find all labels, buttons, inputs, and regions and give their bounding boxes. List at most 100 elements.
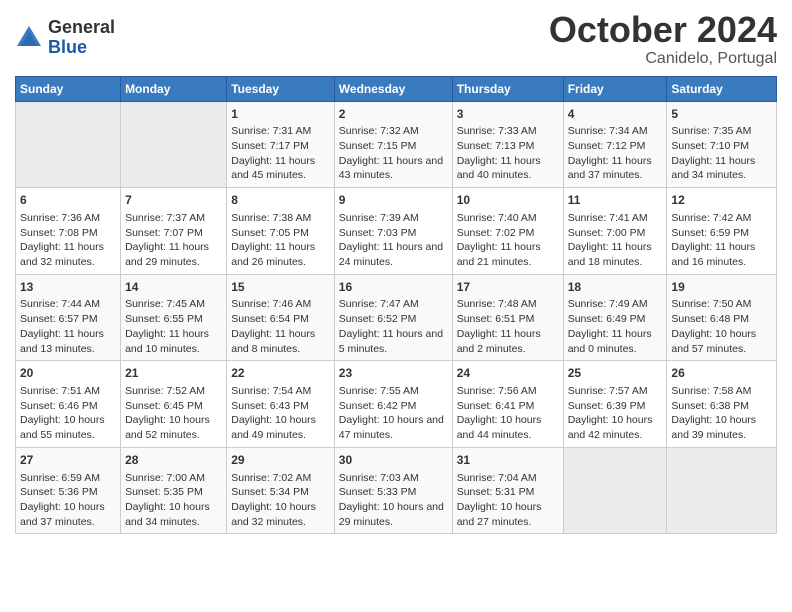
weekday-row: SundayMondayTuesdayWednesdayThursdayFrid…	[16, 76, 777, 101]
cell-info: Sunrise: 7:56 AMSunset: 6:41 PMDaylight:…	[457, 384, 559, 443]
calendar-cell: 3Sunrise: 7:33 AMSunset: 7:13 PMDaylight…	[452, 101, 563, 188]
weekday-header-tuesday: Tuesday	[227, 76, 335, 101]
day-number: 18	[568, 279, 663, 296]
calendar-cell: 7 Sunrise: 7:37 AMSunset: 7:07 PMDaylight…	[121, 188, 227, 275]
day-number: 3	[457, 106, 559, 123]
calendar-cell: 31 Sunrise: 7:04 AMSunset: 5:31 PMDayligh…	[452, 447, 563, 534]
cell-info: Sunrise: 7:41 AMSunset: 7:00 PMDaylight:…	[568, 211, 663, 270]
day-number: 14	[125, 279, 222, 296]
cell-info: Sunrise: 7:38 AMSunset: 7:05 PMDaylight:…	[231, 211, 330, 270]
calendar-cell: 24 Sunrise: 7:56 AMSunset: 6:41 PMDayligh…	[452, 361, 563, 448]
cell-info: Sunrise: 7:32 AMSunset: 7:15 PMDaylight:…	[339, 124, 448, 183]
day-number: 25	[568, 365, 663, 382]
cell-info: Sunrise: 7:37 AMSunset: 7:07 PMDaylight:…	[125, 211, 222, 270]
calendar-cell: 17Sunrise: 7:48 AMSunset: 6:51 PMDayligh…	[452, 274, 563, 361]
weekday-header-monday: Monday	[121, 76, 227, 101]
header: General Blue October 2024 Canidelo, Port…	[15, 10, 777, 68]
cell-info: Sunrise: 7:34 AMSunset: 7:12 PMDaylight:…	[568, 124, 663, 183]
day-number: 2	[339, 106, 448, 123]
calendar-cell: 13Sunrise: 7:44 AMSunset: 6:57 PMDayligh…	[16, 274, 121, 361]
day-number: 6	[20, 192, 116, 209]
calendar-cell: 26Sunrise: 7:58 AMSunset: 6:38 PMDayligh…	[667, 361, 777, 448]
week-row-5: 27 Sunrise: 6:59 AMSunset: 5:36 PMDayligh…	[16, 447, 777, 534]
weekday-header-wednesday: Wednesday	[334, 76, 452, 101]
day-number: 27	[20, 452, 116, 469]
calendar-cell: 11Sunrise: 7:41 AMSunset: 7:00 PMDayligh…	[563, 188, 667, 275]
day-number: 26	[671, 365, 772, 382]
logo-icon	[15, 24, 43, 52]
logo: General Blue	[15, 18, 115, 58]
weekday-header-saturday: Saturday	[667, 76, 777, 101]
day-number: 1	[231, 106, 330, 123]
day-number: 31	[457, 452, 559, 469]
cell-info: Sunrise: 7:03 AMSunset: 5:33 PMDaylight:…	[339, 471, 448, 530]
calendar-cell: 16Sunrise: 7:47 AMSunset: 6:52 PMDayligh…	[334, 274, 452, 361]
day-number: 15	[231, 279, 330, 296]
day-number: 30	[339, 452, 448, 469]
calendar-header: SundayMondayTuesdayWednesdayThursdayFrid…	[16, 76, 777, 101]
week-row-4: 20 Sunrise: 7:51 AMSunset: 6:46 PMDayligh…	[16, 361, 777, 448]
calendar-cell: 22 Sunrise: 7:54 AMSunset: 6:43 PMDayligh…	[227, 361, 335, 448]
cell-info: Sunrise: 7:00 AMSunset: 5:35 PMDaylight:…	[125, 471, 222, 530]
day-number: 21	[125, 365, 222, 382]
cell-info: Sunrise: 7:51 AMSunset: 6:46 PMDaylight:…	[20, 384, 116, 443]
calendar-page: General Blue October 2024 Canidelo, Port…	[0, 0, 792, 612]
calendar-table: SundayMondayTuesdayWednesdayThursdayFrid…	[15, 76, 777, 535]
cell-info: Sunrise: 7:49 AMSunset: 6:49 PMDaylight:…	[568, 297, 663, 356]
calendar-cell: 15Sunrise: 7:46 AMSunset: 6:54 PMDayligh…	[227, 274, 335, 361]
calendar-cell: 10Sunrise: 7:40 AMSunset: 7:02 PMDayligh…	[452, 188, 563, 275]
day-number: 7	[125, 192, 222, 209]
calendar-cell: 2Sunrise: 7:32 AMSunset: 7:15 PMDaylight…	[334, 101, 452, 188]
day-number: 23	[339, 365, 448, 382]
week-row-2: 6Sunrise: 7:36 AMSunset: 7:08 PMDaylight…	[16, 188, 777, 275]
cell-info: Sunrise: 7:02 AMSunset: 5:34 PMDaylight:…	[231, 471, 330, 530]
week-row-1: 1Sunrise: 7:31 AMSunset: 7:17 PMDaylight…	[16, 101, 777, 188]
day-number: 8	[231, 192, 330, 209]
calendar-cell: 4Sunrise: 7:34 AMSunset: 7:12 PMDaylight…	[563, 101, 667, 188]
calendar-cell: 20 Sunrise: 7:51 AMSunset: 6:46 PMDayligh…	[16, 361, 121, 448]
day-number: 5	[671, 106, 772, 123]
cell-info: Sunrise: 7:42 AMSunset: 6:59 PMDaylight:…	[671, 211, 772, 270]
calendar-cell: 29Sunrise: 7:02 AMSunset: 5:34 PMDayligh…	[227, 447, 335, 534]
calendar-cell: 30 Sunrise: 7:03 AMSunset: 5:33 PMDayligh…	[334, 447, 452, 534]
cell-info: Sunrise: 7:55 AMSunset: 6:42 PMDaylight:…	[339, 384, 448, 443]
calendar-subtitle: Canidelo, Portugal	[549, 50, 777, 68]
calendar-cell	[121, 101, 227, 188]
day-number: 28	[125, 452, 222, 469]
day-number: 13	[20, 279, 116, 296]
cell-info: Sunrise: 7:47 AMSunset: 6:52 PMDaylight:…	[339, 297, 448, 356]
day-number: 19	[671, 279, 772, 296]
cell-info: Sunrise: 7:48 AMSunset: 6:51 PMDaylight:…	[457, 297, 559, 356]
calendar-cell: 23 Sunrise: 7:55 AMSunset: 6:42 PMDayligh…	[334, 361, 452, 448]
calendar-cell: 27 Sunrise: 6:59 AMSunset: 5:36 PMDayligh…	[16, 447, 121, 534]
calendar-cell: 14Sunrise: 7:45 AMSunset: 6:55 PMDayligh…	[121, 274, 227, 361]
day-number: 16	[339, 279, 448, 296]
calendar-cell	[563, 447, 667, 534]
day-number: 9	[339, 192, 448, 209]
calendar-cell: 1Sunrise: 7:31 AMSunset: 7:17 PMDaylight…	[227, 101, 335, 188]
day-number: 12	[671, 192, 772, 209]
day-number: 20	[20, 365, 116, 382]
cell-info: Sunrise: 7:40 AMSunset: 7:02 PMDaylight:…	[457, 211, 559, 270]
calendar-cell: 9Sunrise: 7:39 AMSunset: 7:03 PMDaylight…	[334, 188, 452, 275]
logo-general: General	[48, 18, 115, 38]
cell-info: Sunrise: 7:31 AMSunset: 7:17 PMDaylight:…	[231, 124, 330, 183]
calendar-body: 1Sunrise: 7:31 AMSunset: 7:17 PMDaylight…	[16, 101, 777, 534]
calendar-cell	[16, 101, 121, 188]
calendar-cell: 25Sunrise: 7:57 AMSunset: 6:39 PMDayligh…	[563, 361, 667, 448]
day-number: 22	[231, 365, 330, 382]
calendar-cell: 21Sunrise: 7:52 AMSunset: 6:45 PMDayligh…	[121, 361, 227, 448]
cell-info: Sunrise: 7:04 AMSunset: 5:31 PMDaylight:…	[457, 471, 559, 530]
cell-info: Sunrise: 7:50 AMSunset: 6:48 PMDaylight:…	[671, 297, 772, 356]
cell-info: Sunrise: 7:46 AMSunset: 6:54 PMDaylight:…	[231, 297, 330, 356]
calendar-cell: 12 Sunrise: 7:42 AMSunset: 6:59 PMDayligh…	[667, 188, 777, 275]
cell-info: Sunrise: 7:33 AMSunset: 7:13 PMDaylight:…	[457, 124, 559, 183]
weekday-header-thursday: Thursday	[452, 76, 563, 101]
calendar-cell: 8 Sunrise: 7:38 AMSunset: 7:05 PMDaylight…	[227, 188, 335, 275]
day-number: 24	[457, 365, 559, 382]
cell-info: Sunrise: 7:54 AMSunset: 6:43 PMDaylight:…	[231, 384, 330, 443]
logo-text: General Blue	[48, 18, 115, 58]
cell-info: Sunrise: 6:59 AMSunset: 5:36 PMDaylight:…	[20, 471, 116, 530]
calendar-cell	[667, 447, 777, 534]
calendar-title: October 2024	[549, 10, 777, 50]
